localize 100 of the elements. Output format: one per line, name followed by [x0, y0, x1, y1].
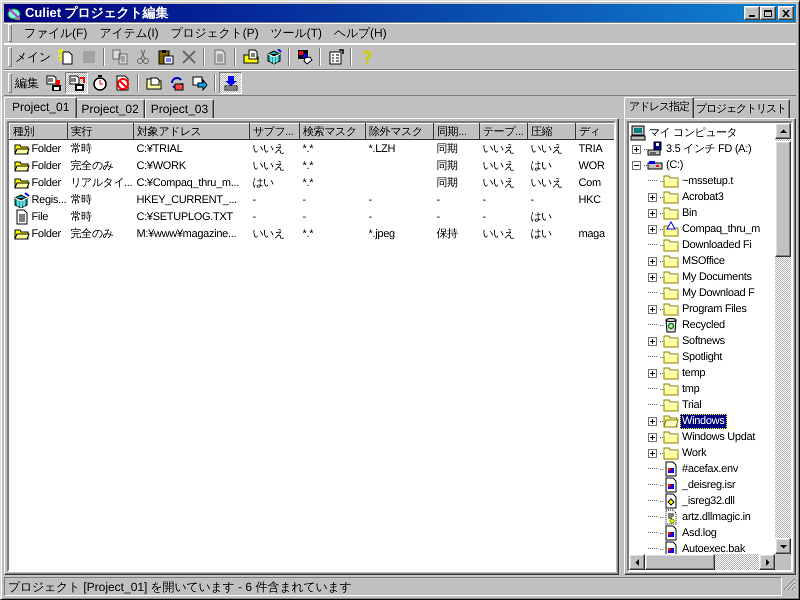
scroll-right-button[interactable]: [759, 554, 775, 570]
toolbar-label: メイン: [15, 48, 51, 66]
scroll-up-button[interactable]: [775, 123, 791, 139]
stop-icon: [80, 49, 96, 65]
menu-item[interactable]: アイテム(I): [93, 24, 165, 42]
table-cell: C:¥TRIAL: [134, 140, 250, 157]
close-button[interactable]: [778, 6, 794, 20]
table-cell: いいえ: [528, 140, 576, 157]
file-icon: [663, 509, 679, 525]
computer-icon: [630, 125, 646, 141]
column-header[interactable]: ディ: [576, 124, 614, 140]
cube-icon: [266, 49, 282, 65]
folder-icon: [663, 413, 679, 429]
column-header[interactable]: 除外マスク: [366, 124, 434, 140]
column-header[interactable]: テープ...: [480, 124, 528, 140]
scrollbar-corner: [775, 554, 791, 570]
scrollbar-thumb[interactable]: [775, 141, 791, 257]
tree-item[interactable]: Work: [680, 446, 708, 460]
column-header[interactable]: 実行: [68, 124, 134, 140]
tree-item[interactable]: Compaq_thru_m: [680, 222, 762, 236]
expand-toggle[interactable]: [648, 224, 657, 234]
tree-item[interactable]: Autoexec.bak: [680, 542, 748, 554]
toolbar-grip[interactable]: [8, 47, 12, 67]
toolbar-grip[interactable]: [8, 73, 12, 93]
maximize-button[interactable]: [760, 6, 776, 20]
column-header[interactable]: 同期...: [434, 124, 480, 140]
column-header[interactable]: サブフ...: [250, 124, 300, 140]
table-cell-text: C:¥SETUPLOG.TXT: [136, 210, 234, 224]
file-icon: [663, 493, 679, 509]
menu-grip[interactable]: [8, 24, 12, 42]
tree-item[interactable]: Trial: [680, 398, 704, 412]
table-cell: Folder: [32, 160, 61, 172]
tree-item[interactable]: マイ コンピュータ: [647, 126, 740, 140]
expand-toggle[interactable]: [648, 432, 657, 442]
table-cell-text: maga: [578, 226, 606, 242]
tree-item[interactable]: Program Files: [680, 302, 749, 316]
tab[interactable]: アドレス指定: [624, 97, 694, 118]
tree-item[interactable]: temp: [680, 366, 708, 380]
tree-item[interactable]: Windows: [680, 414, 727, 428]
menu-item[interactable]: ツール(T): [264, 24, 328, 42]
tree-item[interactable]: #acefax.env: [680, 462, 740, 476]
tree-item[interactable]: My Download F: [680, 286, 757, 300]
tree-item[interactable]: Recycled: [680, 318, 727, 332]
tree-item[interactable]: _deisreg.isr: [680, 478, 738, 492]
tree-item[interactable]: 3.5 インチ FD (A:): [664, 142, 754, 156]
table-cell-text: C:¥Compaq_thru_m...: [136, 176, 240, 190]
expand-toggle[interactable]: [648, 304, 657, 314]
table-cell-text: -: [436, 210, 441, 224]
tree-item[interactable]: Bin: [680, 206, 699, 220]
expand-toggle[interactable]: [648, 272, 657, 282]
tree-item[interactable]: Spotlight: [680, 350, 724, 364]
tab[interactable]: プロジェクトリスト: [692, 99, 790, 118]
stopwatch-icon: [92, 75, 108, 91]
expand-toggle[interactable]: [648, 208, 657, 218]
tree-item[interactable]: ~mssetup.t: [680, 174, 736, 188]
menu-item[interactable]: ヘルプ(H): [328, 24, 393, 42]
expand-toggle[interactable]: [648, 336, 657, 346]
column-header[interactable]: 種別: [10, 124, 68, 140]
tree-item[interactable]: _isreg32.dll: [680, 494, 737, 508]
column-header[interactable]: 検索マスク: [300, 124, 366, 140]
scroll-down-button[interactable]: [775, 538, 791, 554]
tree-item[interactable]: tmp: [680, 382, 702, 396]
table-cell-text: -: [530, 192, 535, 208]
scroll-left-button[interactable]: [629, 554, 645, 570]
tree-item[interactable]: Windows Updat: [680, 430, 758, 444]
table-cell-text: はい: [530, 227, 553, 242]
tree-item[interactable]: Asd.log: [680, 526, 719, 540]
expand-toggle[interactable]: [648, 416, 657, 426]
expand-toggle[interactable]: [648, 192, 657, 202]
expand-toggle[interactable]: [648, 368, 657, 378]
arrow-left-icon: [634, 558, 640, 566]
menu-item[interactable]: ファイル(F): [18, 24, 94, 42]
column-header[interactable]: 対象アドレス: [134, 124, 250, 140]
tab[interactable]: Project_01: [4, 97, 78, 118]
column-header[interactable]: 圧縮: [528, 124, 576, 140]
expand-toggle[interactable]: [648, 448, 657, 458]
tree-item[interactable]: Softnews: [680, 334, 727, 348]
tree-item[interactable]: My Documents: [680, 270, 754, 284]
tree-item[interactable]: artz.dllmagic.in: [680, 510, 753, 524]
tree-item[interactable]: MSOffice: [680, 254, 727, 268]
save-icon: [68, 75, 84, 91]
table-cell-text: いいえ: [252, 159, 286, 174]
table-cell-text: いいえ: [482, 159, 516, 174]
minimize-button[interactable]: [744, 6, 760, 20]
tab[interactable]: Project_02: [75, 99, 145, 118]
file-icon: [663, 477, 679, 493]
tree-item[interactable]: Downloaded Fi: [680, 238, 754, 252]
scrollbar-thumb[interactable]: [645, 554, 715, 570]
tree-item[interactable]: (C:): [664, 158, 686, 172]
menu-item[interactable]: プロジェクト(P): [164, 24, 265, 42]
toolbar-button[interactable]: [65, 72, 88, 94]
tab[interactable]: Project_03: [144, 99, 214, 118]
table-cell-text: C:¥WORK: [136, 158, 187, 174]
table-cell-text: WOR: [578, 158, 606, 174]
expand-toggle[interactable]: [648, 256, 657, 266]
collapse-toggle[interactable]: [632, 160, 641, 170]
tree-item[interactable]: Acrobat3: [680, 190, 726, 204]
toolbar-button[interactable]: [219, 72, 242, 94]
expand-toggle[interactable]: [632, 144, 641, 154]
maximize-icon: [764, 10, 772, 16]
